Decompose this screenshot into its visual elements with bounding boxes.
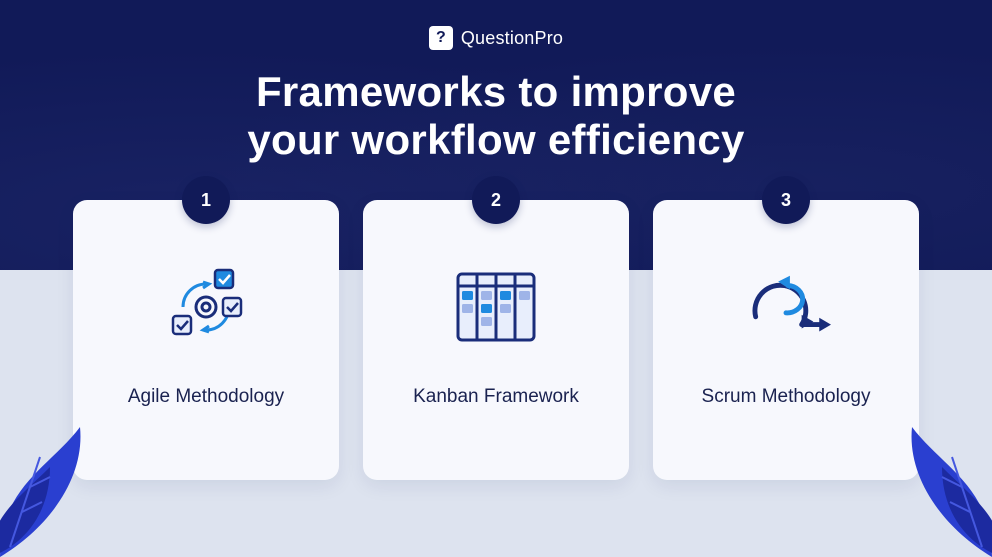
card-label: Scrum Methodology xyxy=(702,386,871,408)
agile-cycle-icon xyxy=(161,262,251,352)
card-label: Kanban Framework xyxy=(413,386,579,408)
brand-name: QuestionPro xyxy=(461,28,563,49)
kanban-board-icon xyxy=(451,262,541,352)
brand: ? QuestionPro xyxy=(0,0,992,50)
leaf-decor-icon xyxy=(862,397,992,557)
leaf-decor-icon xyxy=(0,397,130,557)
scrum-sprint-icon xyxy=(741,262,831,352)
cards-row: 1 xyxy=(73,200,919,480)
brand-mark-icon: ? xyxy=(429,26,453,50)
card-number-badge: 2 xyxy=(472,176,520,224)
card-label: Agile Methodology xyxy=(128,386,284,408)
headline-line-1: Frameworks to improve xyxy=(256,68,736,115)
headline-line-2: your workflow efficiency xyxy=(247,116,744,163)
card-number-badge: 1 xyxy=(182,176,230,224)
page-title: Frameworks to improve your workflow effi… xyxy=(0,68,992,165)
card-kanban: 2 Kanban Framework xyxy=(363,200,629,480)
card-number-badge: 3 xyxy=(762,176,810,224)
